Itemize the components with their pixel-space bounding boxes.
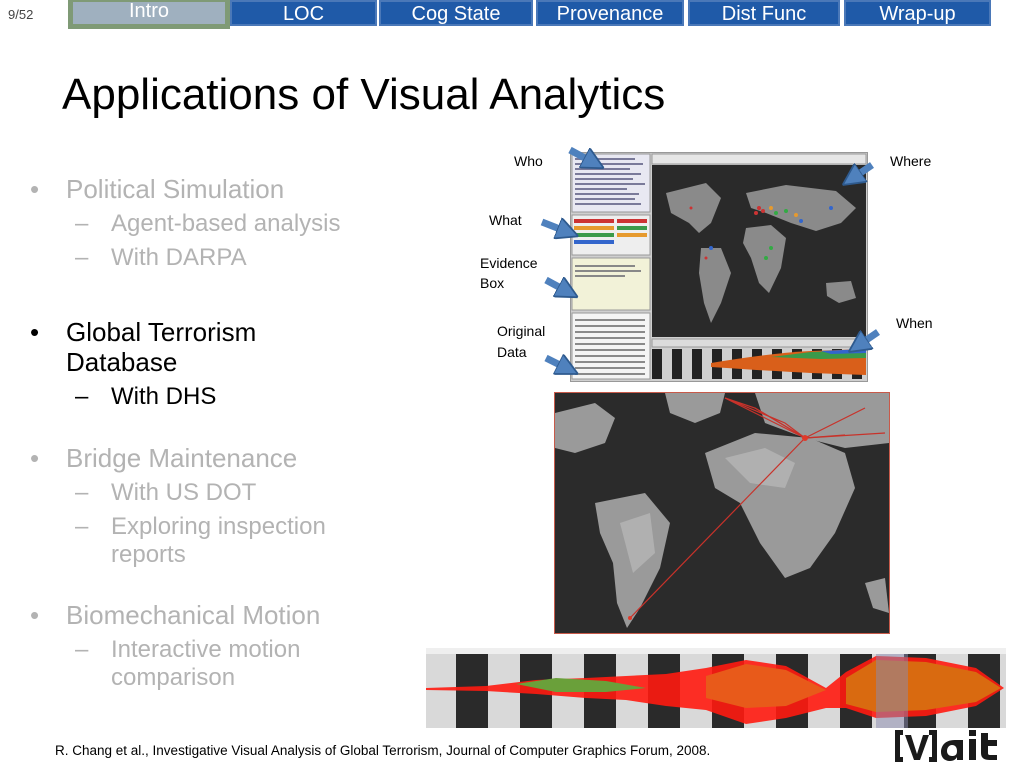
citation: R. Chang et al., Investigative Visual An… <box>55 743 711 758</box>
vait-logo <box>893 726 1019 766</box>
arrow-where <box>850 162 874 180</box>
arrow-evidence <box>544 280 570 293</box>
arrow-who <box>568 146 596 164</box>
event-timeline <box>426 648 1006 728</box>
arrow-what <box>540 222 570 233</box>
arrow-when <box>856 329 880 347</box>
arrow-original <box>544 358 570 370</box>
terrorism-network-map <box>554 392 890 634</box>
